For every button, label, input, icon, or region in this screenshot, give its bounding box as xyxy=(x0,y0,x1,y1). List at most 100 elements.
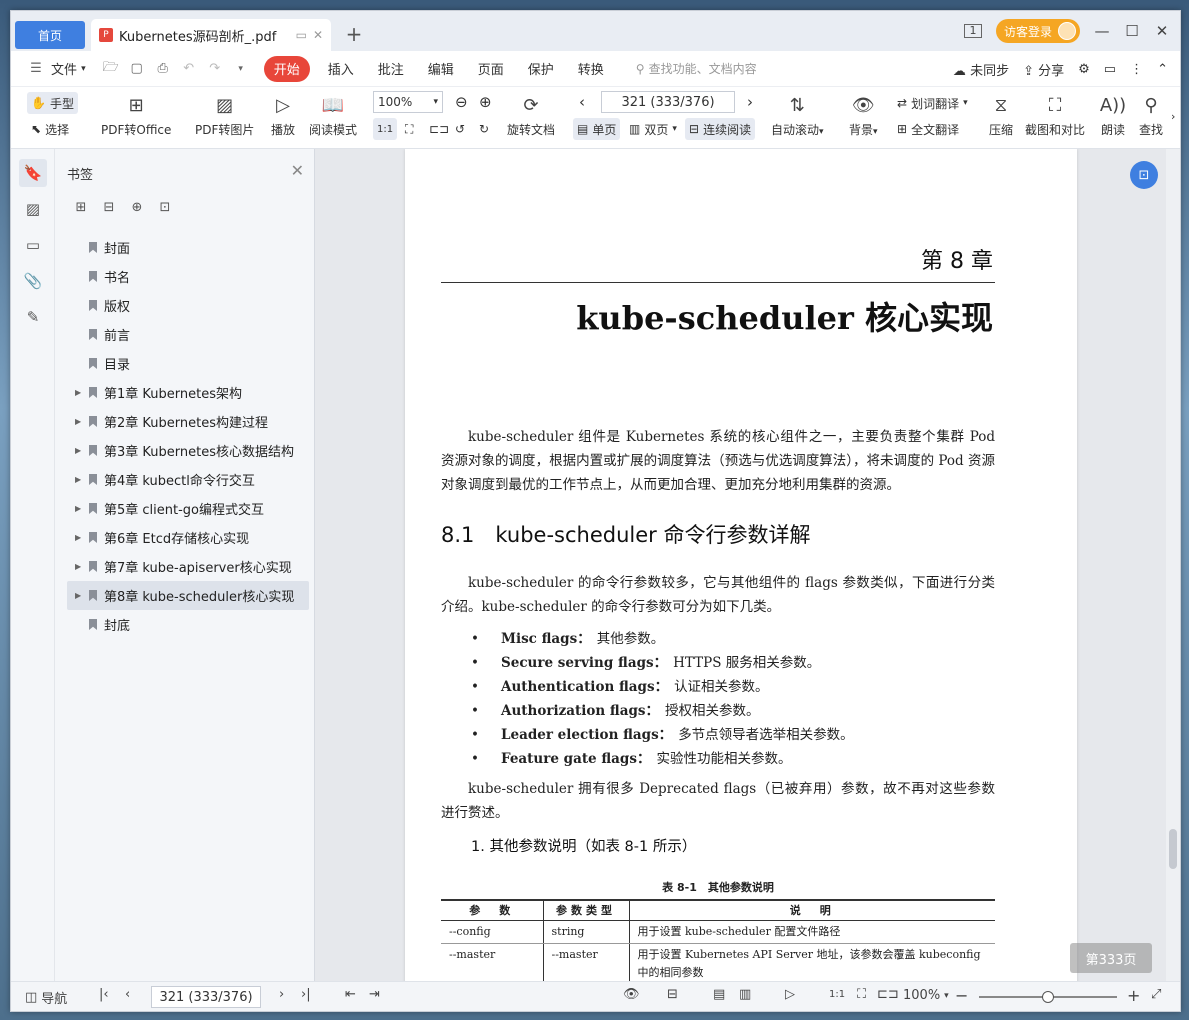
zoom-in-icon[interactable]: ⊕ xyxy=(475,91,496,113)
comment-icon[interactable]: ▭ xyxy=(1104,62,1116,77)
bookmark-item-selected[interactable]: ▶ 第8章 kube-scheduler核心实现 xyxy=(67,581,309,610)
compress-button[interactable]: ⧖ 压缩 xyxy=(987,91,1015,138)
document-viewer[interactable]: 第 8 章 kube-scheduler 核心实现 kube-scheduler… xyxy=(315,149,1180,981)
bookmark-item[interactable]: ▶ 第2章 Kubernetes构建过程 xyxy=(67,407,309,436)
bookmark-item[interactable]: 书名 xyxy=(67,262,309,291)
single-view-icon[interactable]: ▤ xyxy=(713,987,725,1002)
back-icon[interactable]: ⇤ xyxy=(345,987,356,1002)
menu-tab-annotate[interactable]: 批注 xyxy=(366,56,416,82)
double-view-icon[interactable]: ▥ xyxy=(739,987,751,1002)
prev-page-icon[interactable]: ‹ xyxy=(125,987,130,1002)
bookmark-item[interactable]: ▶ 第4章 kubectl命令行交互 xyxy=(67,465,309,494)
undo-icon[interactable]: ↶ xyxy=(176,61,202,76)
comment-panel-icon[interactable]: ▭ xyxy=(19,231,47,259)
menu-tab-protect[interactable]: 保护 xyxy=(516,56,566,82)
actual-size-icon[interactable]: 1:1 xyxy=(373,118,398,140)
continuous-view-icon[interactable]: ⊟ xyxy=(667,987,678,1002)
bookmark-panel-icon[interactable]: 🔖 xyxy=(19,159,47,187)
thumbnail-panel-icon[interactable]: ▨ xyxy=(19,195,47,223)
sync-status[interactable]: ☁ 未同步 xyxy=(953,60,1009,79)
fit-width-icon[interactable]: ⊏⊐ xyxy=(877,987,899,1002)
share-button[interactable]: ⇪ 分享 xyxy=(1023,60,1064,79)
prev-page-icon[interactable]: ‹ xyxy=(575,91,589,113)
expand-arrow-icon[interactable]: ▶ xyxy=(75,504,87,513)
attachment-panel-icon[interactable]: 📎 xyxy=(19,267,47,295)
guest-login-button[interactable]: 访客登录 xyxy=(995,19,1080,43)
background-button[interactable]: 👁 背景▾ xyxy=(849,91,878,138)
bookmark-item[interactable]: ▶ 第7章 kube-apiserver核心实现 xyxy=(67,552,309,581)
menu-tab-convert[interactable]: 转换 xyxy=(566,56,616,82)
feature-search[interactable]: ⚲ 查找功能、文档内容 xyxy=(636,60,757,77)
screenshot-compare-button[interactable]: ⛶ 截图和对比 xyxy=(1025,91,1085,138)
pdf-to-image-button[interactable]: ▨ PDF转图片 xyxy=(195,91,254,138)
expand-arrow-icon[interactable]: ▶ xyxy=(75,591,87,600)
first-page-icon[interactable]: |‹ xyxy=(99,987,109,1002)
bookmark-item[interactable]: 目录 xyxy=(67,349,309,378)
actual-size-icon[interactable]: 1:1 xyxy=(829,989,845,1000)
last-page-icon[interactable]: ›| xyxy=(301,987,311,1002)
bookmark-item[interactable]: ▶ 第3章 Kubernetes核心数据结构 xyxy=(67,436,309,465)
eye-care-icon[interactable]: 👁 xyxy=(623,987,640,1002)
read-aloud-button[interactable]: A)) 朗读 xyxy=(1099,91,1127,138)
bookmark-options-icon[interactable]: ⊡ xyxy=(157,199,173,215)
save-icon[interactable]: ▢ xyxy=(124,61,150,76)
page-number-input[interactable]: 321 (333/376) xyxy=(601,91,735,113)
new-tab-button[interactable]: + xyxy=(339,19,369,49)
zoom-in-icon[interactable]: + xyxy=(1127,986,1140,1005)
fullscreen-icon[interactable]: ⤢ xyxy=(1151,987,1161,1002)
zoom-slider-knob[interactable] xyxy=(1042,991,1054,1003)
bookmark-item[interactable]: ▶ 第5章 client-go编程式交互 xyxy=(67,494,309,523)
fit-page-icon[interactable]: ⛶ xyxy=(857,987,866,1002)
expand-arrow-icon[interactable]: ▶ xyxy=(75,533,87,542)
fit-page-icon[interactable]: ⛶ xyxy=(401,118,417,140)
auto-scroll-button[interactable]: ⇅ 自动滚动▾ xyxy=(771,91,824,138)
toolbar-scroll-right-icon[interactable]: › xyxy=(1167,105,1179,127)
collapse-ribbon-icon[interactable]: ⌃ xyxy=(1157,62,1168,77)
delete-bookmark-icon[interactable]: ⊟ xyxy=(101,199,117,215)
open-folder-icon[interactable]: 🗁 xyxy=(98,58,124,80)
double-page-button[interactable]: ▥ 双页 ▾ xyxy=(625,118,681,140)
status-zoom-select[interactable]: 100% ▾ xyxy=(903,988,949,1003)
file-menu[interactable]: 文件 ▾ xyxy=(49,56,98,82)
hamburger-menu-icon[interactable]: ☰ xyxy=(23,61,49,76)
menu-tab-insert[interactable]: 插入 xyxy=(316,56,366,82)
expand-arrow-icon[interactable]: ▶ xyxy=(75,562,87,571)
expand-arrow-icon[interactable]: ▶ xyxy=(75,388,87,397)
redo-icon[interactable]: ↷ xyxy=(202,61,228,76)
menu-tab-page[interactable]: 页面 xyxy=(466,56,516,82)
bookmark-item[interactable]: 前言 xyxy=(67,320,309,349)
select-tool-button[interactable]: ⬉ 选择 xyxy=(27,118,73,140)
settings-icon[interactable]: ⚙ xyxy=(1078,62,1090,77)
continuous-read-button[interactable]: ⊟ 连续阅读 xyxy=(685,118,756,140)
bookmark-item[interactable]: ▶ 第6章 Etcd存储核心实现 xyxy=(67,523,309,552)
single-page-button[interactable]: ▤ 单页 xyxy=(573,118,621,140)
home-tab[interactable]: 首页 xyxy=(15,21,85,49)
more-icon[interactable]: ⋮ xyxy=(1130,62,1143,77)
forward-icon[interactable]: ⇥ xyxy=(369,987,380,1002)
rotate-right-icon[interactable]: ↻ xyxy=(475,118,493,140)
expand-arrow-icon[interactable]: ▶ xyxy=(75,446,87,455)
nav-toggle[interactable]: ◫ 导航 xyxy=(25,988,67,1007)
pdf-to-office-button[interactable]: ⊞ PDF转Office xyxy=(101,91,171,138)
add-bookmark-icon[interactable]: ⊞ xyxy=(73,199,89,215)
floating-tool-icon[interactable]: ⊡ xyxy=(1130,161,1158,189)
quick-access-dropdown-icon[interactable]: ▾ xyxy=(228,64,254,74)
vertical-scrollbar[interactable] xyxy=(1166,149,1180,981)
zoom-slider[interactable] xyxy=(979,991,1117,1003)
menu-tab-start[interactable]: 开始 xyxy=(263,55,310,82)
play-icon[interactable]: ▷ xyxy=(785,987,795,1002)
print-icon[interactable]: ⎙ xyxy=(150,61,176,76)
zoom-out-icon[interactable]: ⊖ xyxy=(451,91,472,113)
zoom-select[interactable]: 100% ▾ xyxy=(373,91,443,113)
hand-tool-button[interactable]: ✋ 手型 xyxy=(27,92,78,114)
scrollbar-thumb[interactable] xyxy=(1169,829,1177,869)
play-button[interactable]: ▷ 播放 xyxy=(269,91,297,138)
maximize-icon[interactable]: ☐ xyxy=(1124,22,1140,40)
status-page-input[interactable]: 321 (333/376) xyxy=(151,986,261,1008)
close-window-icon[interactable]: ✕ xyxy=(1154,22,1170,40)
rotate-left-icon[interactable]: ↺ xyxy=(451,118,469,140)
minimize-icon[interactable]: — xyxy=(1094,22,1110,40)
bookmark-item[interactable]: 版权 xyxy=(67,291,309,320)
bookmark-item[interactable]: ▶ 第1章 Kubernetes架构 xyxy=(67,378,309,407)
full-translate-button[interactable]: ⊞ 全文翻译 xyxy=(893,118,963,140)
